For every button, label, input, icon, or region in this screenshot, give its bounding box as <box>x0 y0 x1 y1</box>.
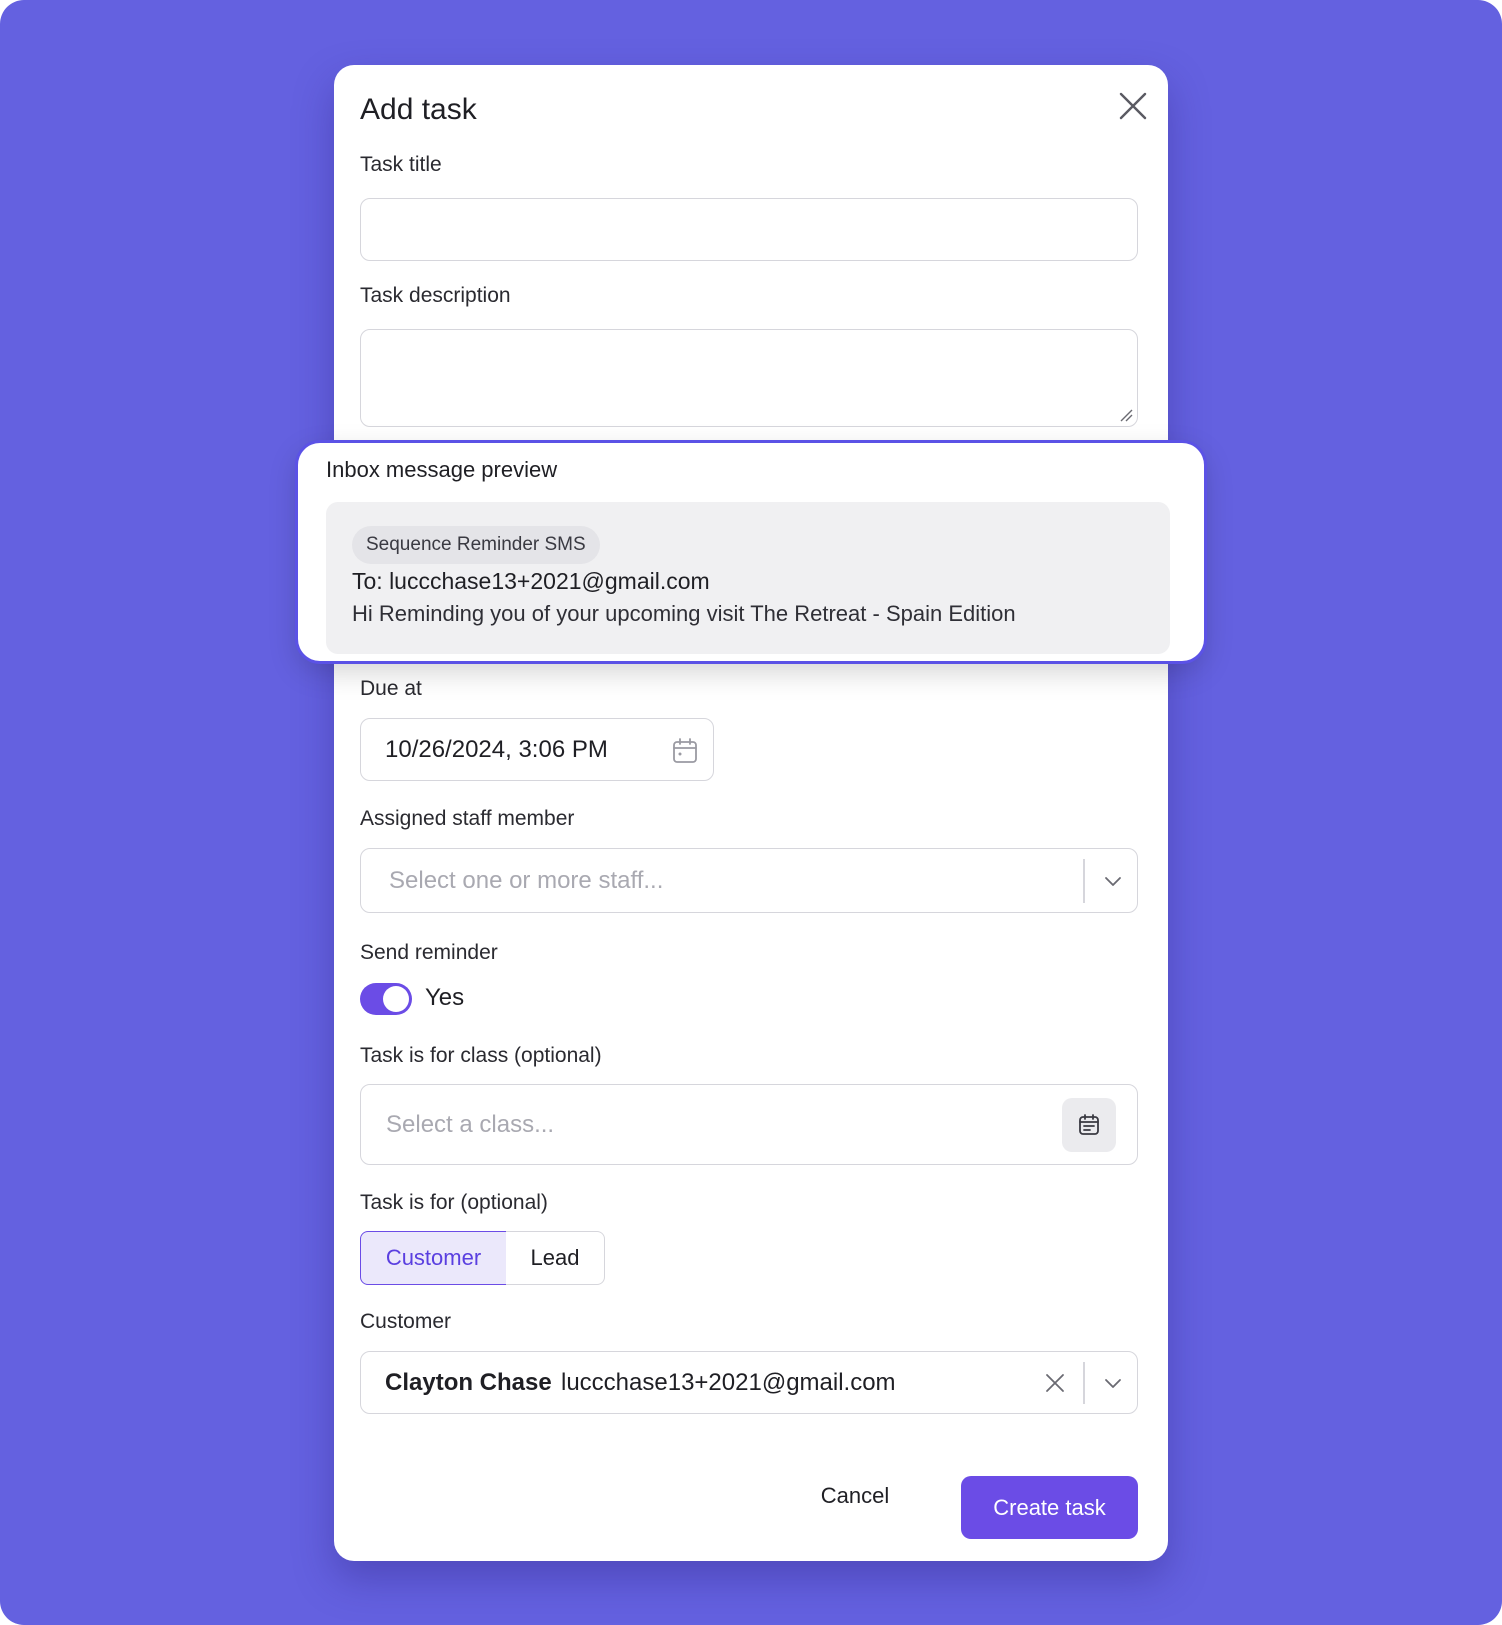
class-calendar-button[interactable] <box>1062 1098 1116 1152</box>
customer-email: luccchase13+2021@gmail.com <box>561 1369 896 1396</box>
task-description-label: Task description <box>360 284 511 307</box>
task-for-label: Task is for (optional) <box>360 1191 548 1214</box>
staff-label: Assigned staff member <box>360 807 575 830</box>
class-select[interactable]: Select a class... <box>360 1084 1138 1165</box>
add-task-modal: Add task Task title Task description Due… <box>334 65 1168 1561</box>
message-body: Hi Reminding you of your upcoming visit … <box>352 601 1016 626</box>
calendar-icon[interactable] <box>671 737 699 765</box>
class-placeholder: Select a class... <box>386 1111 555 1138</box>
customer-select[interactable]: Clayton Chase luccchase13+2021@gmail.com <box>360 1351 1138 1414</box>
message-card: Sequence Reminder SMS To: luccchase13+20… <box>326 502 1170 654</box>
chevron-down-icon[interactable] <box>1103 1373 1123 1393</box>
modal-title: Add task <box>360 93 477 126</box>
task-title-input[interactable] <box>360 198 1138 261</box>
segment-lead[interactable]: Lead <box>506 1231 605 1285</box>
class-label: Task is for class (optional) <box>360 1044 602 1067</box>
staff-select[interactable]: Select one or more staff... <box>360 848 1138 913</box>
send-reminder-label: Send reminder <box>360 941 498 964</box>
message-type-chip: Sequence Reminder SMS <box>352 526 600 564</box>
toggle-label: Yes <box>425 984 465 1011</box>
select-divider <box>1083 859 1085 903</box>
close-icon <box>1119 92 1147 120</box>
task-description-textarea[interactable] <box>360 329 1138 427</box>
select-divider <box>1083 1362 1085 1404</box>
clear-icon[interactable] <box>1045 1373 1065 1393</box>
close-button[interactable] <box>1116 89 1150 123</box>
customer-label: Customer <box>360 1310 452 1333</box>
inbox-message-preview: Inbox message preview Sequence Reminder … <box>298 443 1204 661</box>
staff-placeholder: Select one or more staff... <box>389 867 664 894</box>
send-reminder-toggle[interactable] <box>360 983 412 1015</box>
chevron-down-icon[interactable] <box>1103 871 1123 891</box>
due-at-label: Due at <box>360 677 422 700</box>
toggle-knob <box>383 986 409 1012</box>
segment-customer[interactable]: Customer <box>360 1231 507 1285</box>
calendar-icon <box>1079 1114 1099 1135</box>
task-title-label: Task title <box>360 153 442 176</box>
due-at-input[interactable]: 10/26/2024, 3:06 PM <box>360 718 714 781</box>
cancel-button[interactable]: Cancel <box>792 1476 918 1516</box>
customer-name: Clayton Chase <box>385 1369 552 1396</box>
preview-title: Inbox message preview <box>326 457 558 482</box>
resize-handle-icon[interactable] <box>1119 408 1133 422</box>
create-task-button[interactable]: Create task <box>961 1476 1138 1539</box>
due-at-value: 10/26/2024, 3:06 PM <box>385 736 608 763</box>
message-recipient: To: luccchase13+2021@gmail.com <box>352 568 710 594</box>
